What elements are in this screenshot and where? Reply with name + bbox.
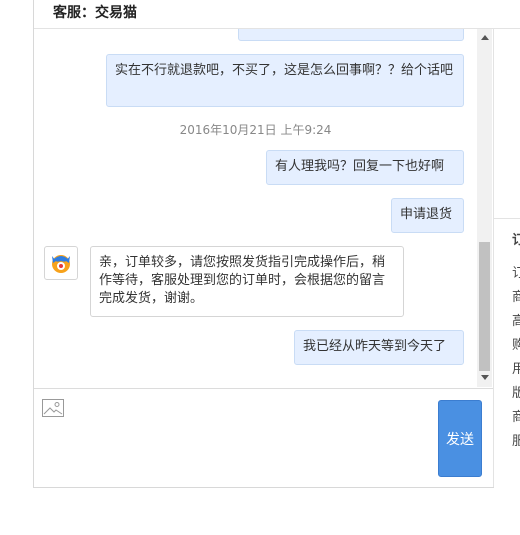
panel-divider [494, 218, 520, 219]
message-scrollbar[interactable] [477, 29, 492, 387]
message-text: 亲，订单较多，请您按照发货指引完成操作后，稍作等待，客服处理到您的订单时，会根据… [99, 255, 386, 306]
message-bubble-me: 申请退货 [391, 198, 464, 233]
agent-avatar [44, 246, 78, 280]
order-info-panel: 订 订 商 高 购 用 版 商 服 [494, 28, 520, 488]
panel-text: 服 [512, 434, 520, 449]
panel-text: 版 [512, 386, 520, 401]
message-bubble-me: 实在不行就退款吧，不买了，这是怎么回事啊？？给个话吧 [106, 54, 464, 107]
message-bubble-partial [238, 29, 464, 41]
message-text: 实在不行就退款吧，不买了，这是怎么回事啊？？给个话吧 [115, 63, 454, 78]
message-bubble-agent: 亲，订单较多，请您按照发货指引完成操作后，稍作等待，客服处理到您的订单时，会根据… [90, 246, 404, 317]
message-text: 有人理我吗？回复一下也好啊 [275, 159, 445, 174]
panel-text: 商 [512, 290, 520, 305]
panel-text: 购 [512, 338, 520, 353]
message-bubble-me: 有人理我吗？回复一下也好啊 [266, 150, 464, 185]
panel-text: 订 [512, 266, 520, 281]
image-upload-icon[interactable] [42, 399, 64, 421]
message-text: 申请退货 [400, 207, 453, 222]
send-button[interactable]: 发送 [438, 400, 482, 477]
panel-text: 高 [512, 314, 520, 329]
message-bubble-me: 我已经从昨天等到今天了 [294, 330, 464, 365]
panel-text: 订 [512, 233, 520, 248]
scrollbar-thumb[interactable] [479, 242, 490, 371]
jiaoyimao-logo-icon [52, 255, 70, 273]
message-composer[interactable]: 发送 [34, 388, 493, 488]
message-timestamp: 2016年10月21日 上午9:24 [179, 123, 332, 137]
panel-text: 用 [512, 362, 520, 377]
chat-header: 客服：交易猫 [33, 0, 520, 29]
scroll-down-icon[interactable] [481, 375, 489, 380]
scroll-up-icon[interactable] [481, 35, 489, 40]
message-text: 我已经从昨天等到今天了 [303, 339, 447, 354]
page-title: 客服：交易猫 [53, 5, 137, 21]
message-list[interactable]: 实在不行就退款吧，不买了，这是怎么回事啊？？给个话吧 2016年10月21日 上… [34, 29, 477, 387]
panel-text: 商 [512, 410, 520, 425]
